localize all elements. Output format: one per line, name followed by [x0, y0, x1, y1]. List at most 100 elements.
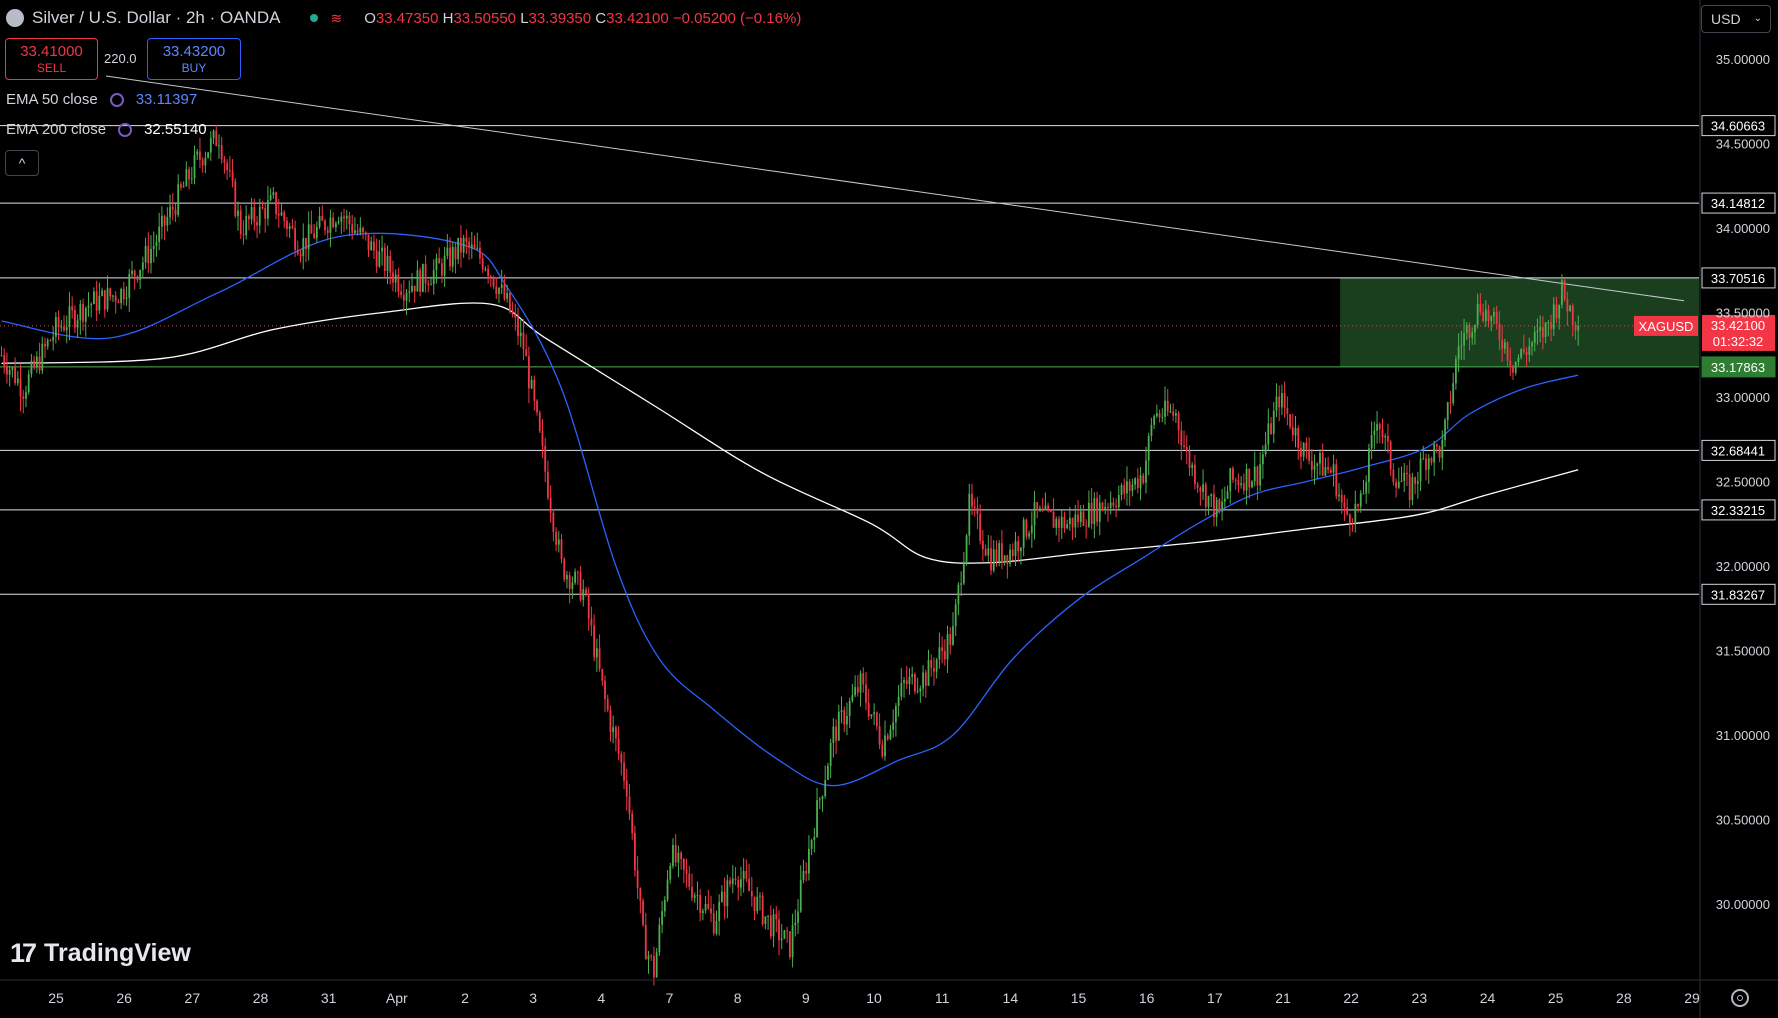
candle-body: [835, 726, 837, 741]
level-label-3: 33.17863: [1711, 360, 1765, 375]
candle-body: [1574, 324, 1577, 331]
candle-body: [348, 215, 351, 225]
candle-body: [1533, 332, 1536, 343]
candle-body: [1204, 484, 1207, 508]
candle-body: [6, 365, 8, 375]
candle-body: [617, 738, 620, 754]
gear-icon[interactable]: [1731, 989, 1749, 1007]
candle-body: [946, 633, 949, 660]
buy-label: BUY: [181, 61, 207, 75]
candle-body: [1128, 481, 1131, 491]
candle-body: [914, 673, 916, 692]
candle-body: [1183, 445, 1185, 448]
candle-body: [468, 241, 470, 248]
candle-body: [710, 908, 712, 914]
candle-body: [707, 903, 710, 909]
candle-body: [897, 696, 900, 707]
candle-body: [1536, 330, 1539, 333]
candle-body: [120, 288, 123, 304]
candle-body: [1324, 467, 1327, 476]
candle-body: [1300, 447, 1302, 457]
candle-body: [1346, 507, 1349, 515]
candle-body: [859, 673, 862, 693]
candle-body: [829, 742, 832, 766]
candle-body: [1147, 435, 1150, 461]
candle-body: [941, 647, 944, 652]
candle-body: [1218, 499, 1221, 512]
candle-body: [639, 887, 642, 901]
candle-body: [1044, 505, 1047, 511]
candle-body: [234, 181, 237, 217]
candle-body: [875, 712, 878, 727]
candle-body: [169, 206, 171, 218]
symbol-title[interactable]: Silver / U.S. Dollar · 2h · OANDA: [32, 8, 280, 28]
candle-body: [674, 845, 677, 863]
x-tick-21: 24: [1480, 990, 1496, 1006]
candle-body: [212, 130, 215, 139]
candle-body: [1074, 514, 1077, 528]
candle-body: [411, 285, 413, 292]
candle-body: [644, 924, 647, 960]
candle-body: [264, 208, 267, 219]
candle-body: [457, 237, 460, 260]
currency-select[interactable]: USD ⌄: [1701, 5, 1771, 33]
candle-body: [927, 659, 930, 686]
candle-body: [155, 241, 158, 247]
candle-body: [995, 549, 998, 562]
candle-body: [527, 356, 530, 389]
x-tick-4: 31: [321, 990, 337, 1006]
candle-body: [462, 237, 465, 253]
candle-body: [460, 237, 462, 253]
candle-body: [538, 412, 541, 432]
candle-body: [35, 356, 38, 368]
candle-body: [1096, 498, 1098, 522]
candle-body: [1109, 502, 1112, 509]
candle-body: [987, 548, 990, 556]
candle-body: [245, 216, 248, 236]
candle-body: [848, 701, 851, 717]
candle-body: [1134, 478, 1137, 485]
candle-body: [131, 270, 133, 275]
candle-body: [1490, 316, 1493, 321]
candle-body: [916, 691, 919, 693]
candle-body: [514, 314, 517, 318]
candle-body: [1207, 496, 1210, 508]
candle-body: [215, 130, 218, 146]
candle-body: [802, 871, 805, 880]
candle-body: [1017, 541, 1020, 552]
candle-body: [1174, 413, 1177, 416]
candle-body: [1427, 458, 1430, 470]
candle-body: [171, 206, 174, 210]
candle-body: [302, 237, 305, 257]
candle-body: [666, 879, 669, 900]
candle-body: [117, 301, 120, 304]
candle-body: [1202, 484, 1204, 492]
ohlc-high: 33.50550: [453, 9, 517, 27]
indicator-ema50[interactable]: EMA 50 close 33.11397: [6, 91, 197, 108]
ema50-value: 33.11397: [135, 91, 198, 108]
candle-body: [731, 878, 734, 884]
candle-body: [1321, 452, 1324, 476]
y-tick-10: 30.00000: [1716, 897, 1770, 912]
candle-body: [954, 604, 957, 627]
collapse-indicators-button[interactable]: ^: [5, 150, 39, 176]
sell-button[interactable]: 33.41000 SELL: [5, 38, 98, 80]
candle-body: [935, 659, 938, 672]
y-tick-4: 33.00000: [1716, 390, 1770, 405]
price-chart[interactable]: 34.60663 34.14812 33.70516 33.17863 32.68441…: [0, 0, 1778, 1018]
candle-body: [188, 169, 190, 180]
candle-body: [1351, 523, 1354, 525]
candle-body: [109, 288, 112, 297]
logo-text: TradingView: [44, 939, 191, 967]
candle-body: [525, 349, 528, 357]
indicator-ema200[interactable]: EMA 200 close 32.55140: [6, 121, 207, 138]
candle-body: [65, 327, 68, 331]
silver-symbol-icon[interactable]: [6, 9, 24, 27]
buy-button[interactable]: 33.43200 BUY: [147, 38, 241, 80]
candle-body: [1302, 442, 1305, 457]
candle-body: [392, 272, 394, 283]
candle-body: [867, 702, 870, 717]
candle-body: [1392, 469, 1395, 483]
candle-body: [1058, 518, 1060, 528]
candle-body: [1544, 322, 1547, 338]
